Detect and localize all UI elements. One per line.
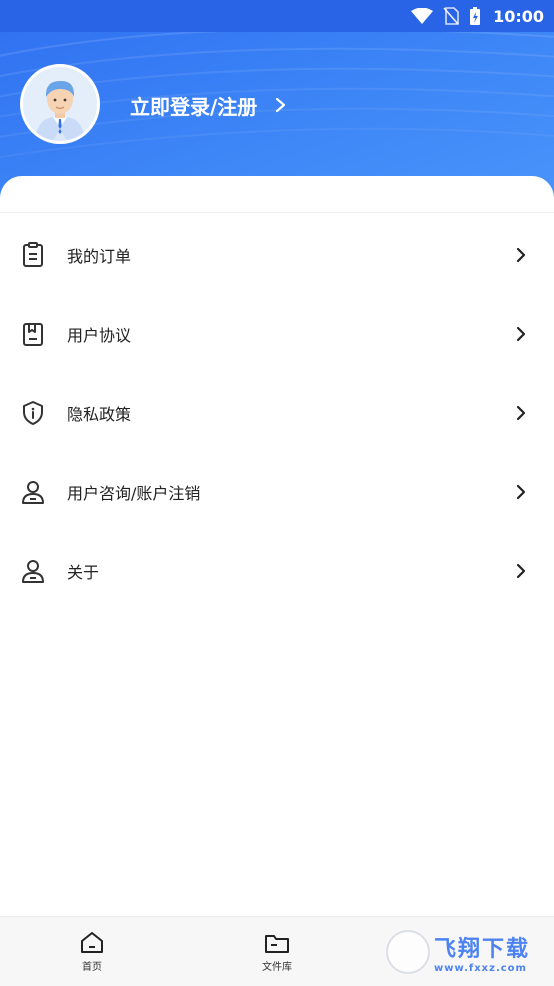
chevron-right-icon [516, 484, 526, 499]
status-time: 10:00 [493, 6, 544, 26]
tab-label: 文件库 [262, 962, 292, 973]
menu-item-label: 用户咨询/账户注销 [67, 483, 201, 503]
tab-label: 首页 [82, 962, 102, 973]
bookmark-book-icon [23, 322, 43, 346]
chevron-right-icon [276, 97, 286, 113]
settings-menu: 我的订单 用户协议 隐私政策 用户咨询/账户注销 关于 [0, 215, 554, 610]
menu-item-label: 用户协议 [67, 325, 132, 345]
login-register-text: 立即登录/注册 [130, 94, 258, 119]
user-avatar-illustration [23, 67, 97, 141]
tab-home[interactable]: 首页 [62, 931, 122, 973]
divider [0, 212, 554, 213]
chevron-right-icon [516, 563, 526, 578]
no-sim-icon [443, 7, 459, 25]
login-register-link[interactable]: 立即登录/注册 [130, 88, 287, 122]
clipboard-icon [23, 241, 43, 267]
watermark-sub-text: www.fxxz.com [434, 962, 527, 974]
menu-item-label: 关于 [67, 562, 100, 582]
status-bar: 10:00 [0, 0, 554, 32]
menu-item-my-orders[interactable]: 我的订单 [0, 215, 554, 294]
menu-item-privacy-policy[interactable]: 隐私政策 [0, 373, 554, 452]
menu-item-label: 隐私政策 [67, 404, 132, 424]
chevron-right-icon [516, 326, 526, 341]
menu-item-about[interactable]: 关于 [0, 531, 554, 610]
menu-item-user-agreement[interactable]: 用户协议 [0, 294, 554, 373]
watermark-logo-icon [386, 930, 430, 974]
home-icon [81, 932, 103, 953]
watermark-main-text: 飞翔下载 [434, 936, 531, 962]
folder-icon [265, 935, 289, 953]
user-icon [22, 559, 44, 583]
wifi-icon [411, 8, 434, 24]
chevron-right-icon [516, 247, 526, 262]
watermark: 飞翔下载 www.fxxz.com [386, 924, 546, 980]
shield-info-icon [23, 400, 43, 425]
user-icon [22, 480, 44, 504]
chevron-right-icon [516, 405, 526, 420]
avatar[interactable] [20, 64, 100, 144]
menu-item-user-consult-account-cancel[interactable]: 用户咨询/账户注销 [0, 452, 554, 531]
battery-charging-icon [470, 7, 481, 25]
menu-item-label: 我的订单 [67, 246, 132, 266]
tab-file-library[interactable]: 文件库 [247, 931, 307, 973]
